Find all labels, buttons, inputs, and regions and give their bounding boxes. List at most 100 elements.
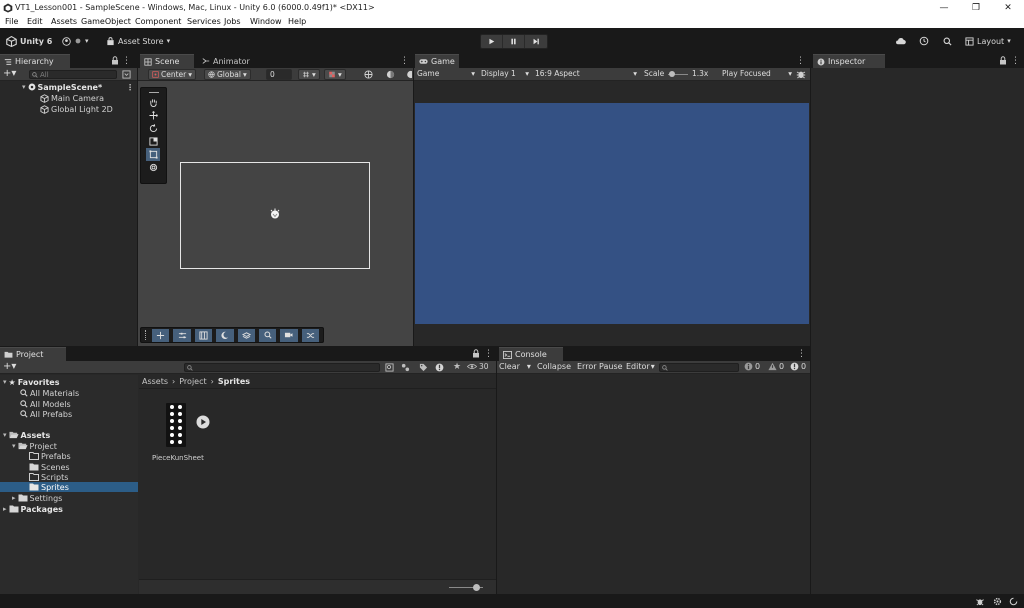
log-error-icon[interactable]: [435, 363, 444, 372]
label-tag-icon[interactable]: [419, 363, 428, 372]
cloud-button[interactable]: [895, 34, 906, 48]
step-button[interactable]: [525, 35, 547, 48]
assets-folder-row[interactable]: ▾ Assets: [3, 430, 50, 440]
maximize-button[interactable]: ❐: [960, 0, 992, 16]
filter-icon[interactable]: [122, 70, 131, 79]
display-dropdown[interactable]: Display 1 ▾: [481, 69, 529, 78]
minimize-button[interactable]: —: [928, 0, 960, 16]
tile-palette-button[interactable]: [151, 328, 170, 342]
scale-slider-thumb[interactable]: [669, 71, 675, 77]
warning-filter-toggle[interactable]: 0: [768, 362, 784, 371]
move-tool-button[interactable]: [146, 109, 160, 122]
light-gizmo-icon[interactable]: [269, 208, 281, 220]
lock-icon[interactable]: [999, 56, 1007, 66]
kebab-menu-icon[interactable]: ⋮: [400, 56, 409, 66]
overlay-drag-handle[interactable]: [145, 330, 148, 340]
tab-hierarchy[interactable]: Hierarchy: [0, 54, 70, 68]
console-search-input[interactable]: [659, 363, 739, 372]
menu-services[interactable]: Services: [187, 17, 221, 26]
menu-edit[interactable]: Edit: [27, 17, 43, 26]
close-button[interactable]: ✕: [992, 0, 1024, 16]
tab-scene[interactable]: Scene: [140, 54, 194, 68]
favorites-row[interactable]: ▾ ★ Favorites: [3, 377, 60, 387]
layout-dropdown[interactable]: Layout ▾: [965, 34, 1011, 48]
menu-window[interactable]: Window: [250, 17, 282, 26]
debug-mode-icon[interactable]: [975, 597, 985, 606]
tab-animator[interactable]: Animator: [198, 54, 258, 68]
editor-dropdown[interactable]: Editor ▾: [626, 362, 655, 371]
favorite-item[interactable]: All Models: [20, 399, 71, 409]
asset-tile[interactable]: PieceKunSheet: [146, 403, 216, 463]
gizmo-grid-dropdown[interactable]: ▾: [324, 69, 346, 80]
hierarchy-search-input[interactable]: All: [29, 70, 117, 79]
add-button[interactable]: +▾: [3, 68, 16, 79]
expand-sprites-icon[interactable]: [196, 415, 210, 429]
scene-search-button[interactable]: [258, 328, 277, 342]
favorite-item[interactable]: All Prefabs: [20, 409, 72, 419]
play-button[interactable]: [481, 35, 503, 48]
search-by-type-icon[interactable]: [385, 363, 394, 372]
game-mode-dropdown[interactable]: Game ▾: [417, 69, 475, 78]
project-search-input[interactable]: [184, 363, 380, 372]
hierarchy-item[interactable]: Global Light 2D: [40, 104, 113, 114]
scene-lighting-icon[interactable]: [386, 70, 395, 79]
menu-jobs[interactable]: Jobs: [224, 17, 241, 26]
snap-value-field[interactable]: 0: [266, 69, 292, 80]
favorite-star-icon[interactable]: ★: [453, 362, 461, 372]
hierarchy-item[interactable]: Main Camera: [40, 93, 104, 103]
lock-icon[interactable]: [472, 349, 480, 359]
scene-globe-icon[interactable]: [364, 70, 373, 79]
kebab-menu-icon[interactable]: ⋮: [122, 56, 131, 66]
info-filter-toggle[interactable]: 0: [744, 362, 760, 371]
collab-button[interactable]: ▾: [62, 34, 89, 48]
rect-tool-button[interactable]: [146, 148, 160, 161]
bug-icon[interactable]: [796, 69, 806, 79]
kebab-menu-icon[interactable]: ⋮: [1011, 56, 1020, 66]
error-filter-toggle[interactable]: 0: [790, 362, 806, 371]
menu-assets[interactable]: Assets: [51, 17, 77, 26]
kebab-menu-icon[interactable]: ⋮: [484, 349, 493, 359]
asset-store-button[interactable]: Asset Store ▾: [106, 34, 170, 48]
sprite-shape-button[interactable]: [173, 328, 191, 342]
settings-icon[interactable]: [993, 597, 1002, 606]
menu-component[interactable]: Component: [135, 17, 181, 26]
packages-folder-row[interactable]: ▸ Packages: [3, 504, 63, 514]
subfolder-row[interactable]: Prefabs: [29, 451, 71, 461]
settings-folder-row[interactable]: ▸ Settings: [12, 493, 62, 503]
icon-size-slider-thumb[interactable]: [473, 584, 480, 591]
kebab-menu-icon[interactable]: ⋮: [126, 83, 134, 92]
game-view[interactable]: [415, 103, 809, 324]
menu-help[interactable]: Help: [288, 17, 306, 26]
tab-console[interactable]: Console: [499, 347, 563, 361]
light-2d-button[interactable]: [216, 328, 234, 342]
kebab-menu-icon[interactable]: ⋮: [796, 56, 805, 66]
breadcrumb-item[interactable]: Assets: [142, 377, 168, 386]
hidden-packages-toggle[interactable]: 30: [467, 362, 489, 371]
pause-button[interactable]: [503, 35, 525, 48]
project-folder-row[interactable]: ▾ Project: [12, 441, 57, 451]
tab-inspector[interactable]: Inspector: [813, 54, 885, 68]
subfolder-row[interactable]: Scripts: [29, 472, 68, 482]
menu-file[interactable]: File: [5, 17, 18, 26]
scene-more-icon[interactable]: [406, 70, 412, 79]
tab-project[interactable]: Project: [0, 347, 66, 361]
grid-snap-dropdown[interactable]: ▾: [298, 69, 320, 80]
camera-button[interactable]: [280, 328, 298, 342]
rotate-tool-button[interactable]: [146, 122, 160, 135]
pivot-dropdown[interactable]: Center ▾: [148, 69, 197, 80]
clear-button[interactable]: Clear ▾: [499, 362, 531, 371]
grid-brush-button[interactable]: [194, 328, 213, 342]
scale-tool-button[interactable]: [146, 135, 160, 148]
aspect-dropdown[interactable]: 16:9 Aspect ▾: [535, 69, 637, 78]
create-button[interactable]: +▾: [3, 361, 16, 372]
kebab-menu-icon[interactable]: ⋮: [797, 349, 806, 359]
layers-button[interactable]: [237, 328, 255, 342]
account-button[interactable]: Unity 6: [6, 34, 52, 48]
lock-icon[interactable]: [111, 56, 119, 66]
subfolder-row-selected[interactable]: Sprites: [29, 482, 69, 492]
play-mode-dropdown[interactable]: Play Focused ▾: [722, 69, 792, 78]
subfolder-row[interactable]: Scenes: [29, 462, 70, 472]
shuffle-button[interactable]: [301, 328, 320, 342]
collapse-toggle[interactable]: Collapse: [537, 362, 571, 371]
space-dropdown[interactable]: Global ▾: [204, 69, 251, 80]
